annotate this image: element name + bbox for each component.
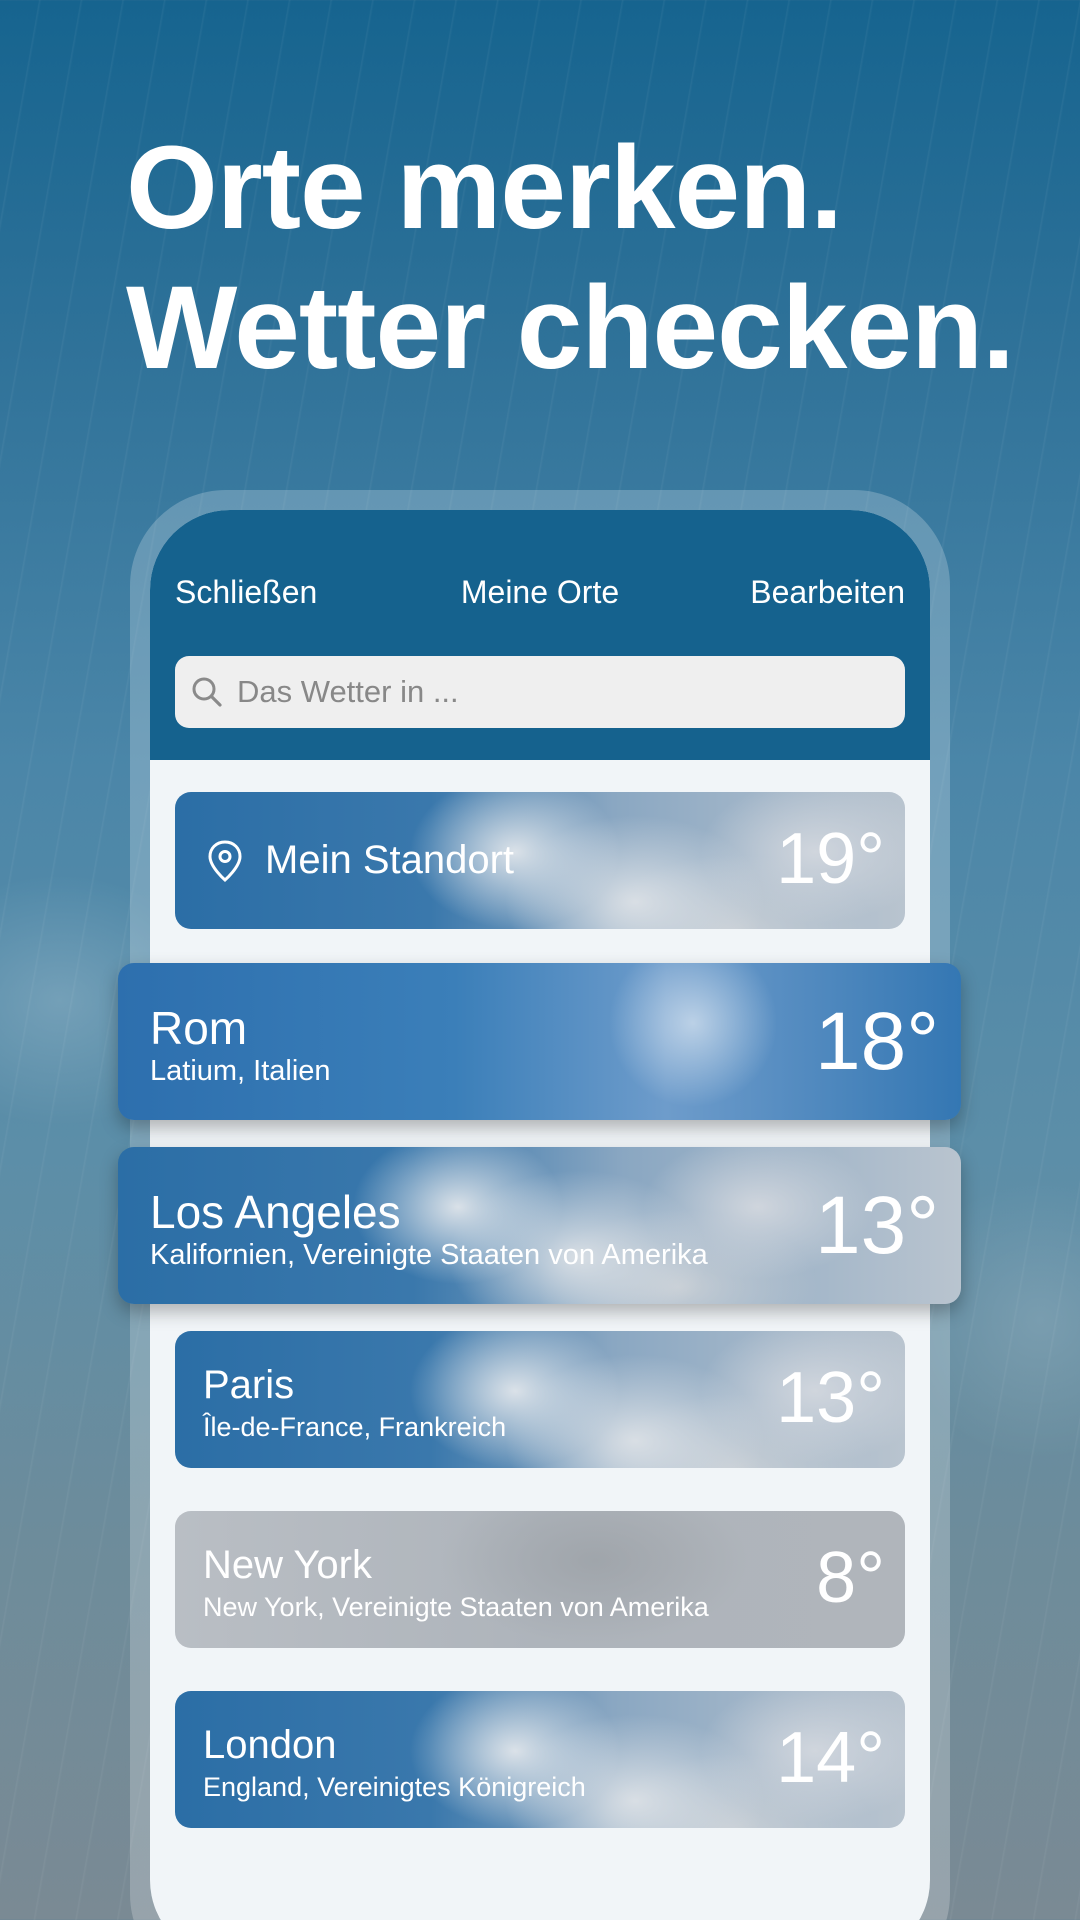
place-temp: 13° [814,1180,939,1271]
place-name: Los Angeles [150,1186,401,1238]
current-location-card[interactable]: Mein Standort 19° [175,792,905,929]
promo-headline: Orte merken. Wetter checken. [126,118,1026,398]
search-icon [189,674,225,710]
places-header: Schließen Meine Orte Bearbeiten [150,510,930,760]
place-region: New York, Vereinigte Staaten von Amerika [203,1592,709,1622]
place-temp: 18° [814,996,939,1087]
place-card-paris[interactable]: Paris Île-de-France, Frankreich 13° [175,1331,905,1468]
place-region: Île-de-France, Frankreich [203,1412,507,1442]
place-region: England, Vereinigtes Königreich [203,1772,586,1802]
search-bar[interactable] [175,656,905,728]
headline-line-2: Wetter checken. [126,262,1015,394]
place-temp: 13° [776,1358,885,1438]
place-name: Rom [150,1002,248,1054]
current-location-label: Mein Standort [265,838,515,882]
place-card-new-york[interactable]: New York New York, Vereinigte Staaten vo… [175,1511,905,1648]
headline-line-1: Orte merken. [126,122,843,254]
place-region: Latium, Italien [150,1055,331,1087]
current-location-temp: 19° [776,819,885,899]
place-region: Kalifornien, Vereinigte Staaten von Amer… [150,1239,708,1271]
place-card-los-angeles[interactable]: Los Angeles Kalifornien, Vereinigte Staa… [118,1147,961,1304]
place-name: New York [203,1543,372,1587]
place-card-london[interactable]: London England, Vereinigtes Königreich 1… [175,1691,905,1828]
place-name: Paris [203,1363,295,1407]
nav-bar: Schließen Meine Orte Bearbeiten [150,574,930,630]
place-temp: 14° [776,1718,885,1798]
search-input[interactable] [237,674,877,710]
place-card-rom[interactable]: Rom Latium, Italien 18° [118,963,961,1120]
location-pin-icon [205,838,245,884]
place-temp: 8° [816,1538,885,1618]
edit-button[interactable]: Bearbeiten [750,574,905,611]
place-name: London [203,1723,337,1767]
